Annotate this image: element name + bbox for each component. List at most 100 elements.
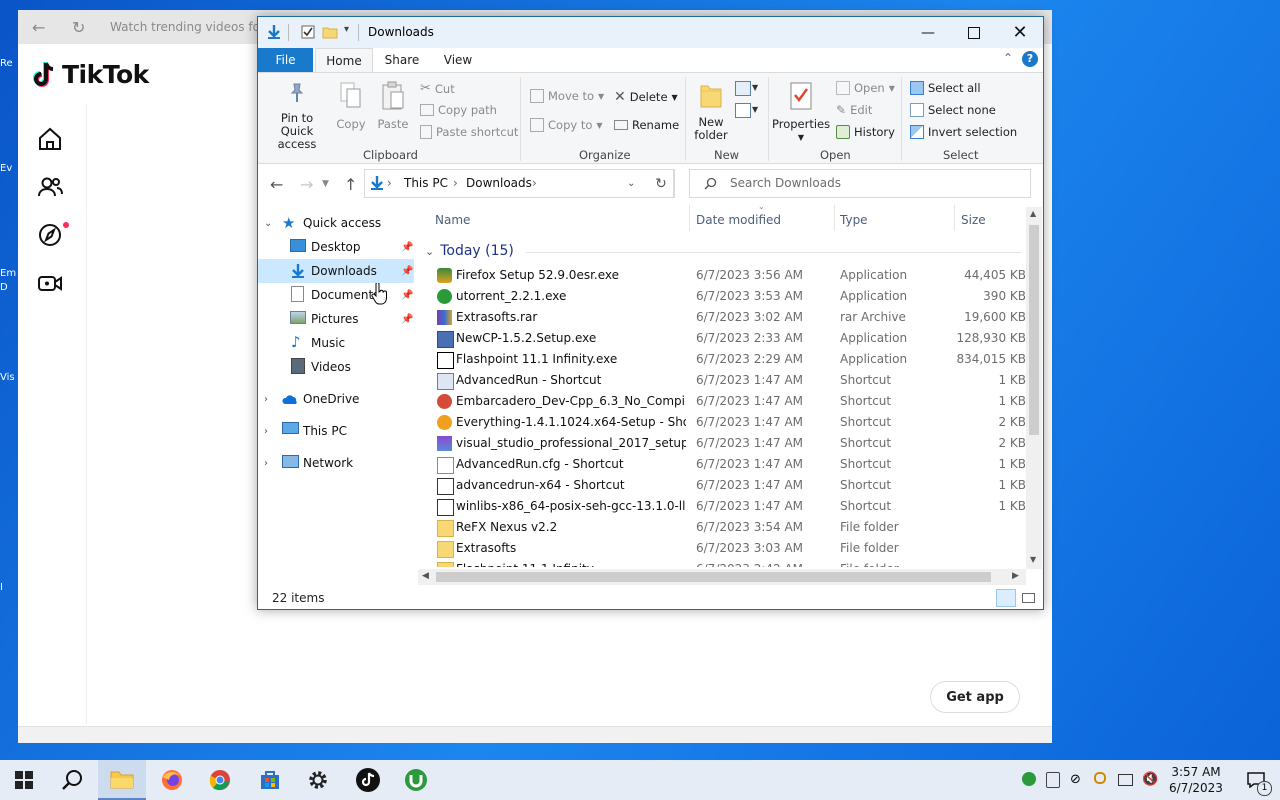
copy-path-button[interactable]: Copy path [420,103,497,117]
chevron-right-icon[interactable]: › [264,426,268,437]
desktop-icon-label[interactable]: Em [0,268,18,279]
properties-button[interactable]: Properties ▼ [772,81,830,144]
nav-desktop[interactable]: Desktop 📌 [258,235,414,259]
file-row[interactable]: Extrasofts.rar 6/7/2023 3:02 AM rar Archiv… [434,307,1026,328]
minimize-button[interactable]: — [905,17,951,48]
tab-view[interactable]: View [430,48,486,72]
search-button[interactable] [48,760,96,800]
history-button[interactable]: History [836,125,895,139]
file-row[interactable]: Embarcadero_Dev-Cpp_6.3_No_Compiler... 6/… [434,391,1026,412]
forward-button[interactable]: → [300,175,313,194]
scrollbar-thumb[interactable] [436,572,991,582]
nav-downloads[interactable]: Downloads 📌 [258,259,414,283]
file-row[interactable]: AdvancedRun - Shortcut 6/7/2023 1:47 AM Sh… [434,370,1026,391]
taskbar-clock[interactable]: 3:57 AM 6/7/2023 [1166,764,1226,796]
scroll-down-icon[interactable]: ▼ [1030,555,1036,564]
live-icon[interactable] [37,270,63,296]
taskbar-tiktok[interactable] [344,760,392,800]
file-row[interactable]: ReFX Nexus v2.2 6/7/2023 3:54 AM File fold… [434,517,1026,538]
nav-pictures[interactable]: Pictures 📌 [258,307,414,331]
security-tray-icon[interactable] [1046,772,1062,788]
maximize-button[interactable] [951,17,997,48]
desktop-icon-label[interactable]: Ev [0,163,18,174]
tab-file[interactable]: File [258,48,313,72]
vertical-scrollbar[interactable]: ▲ ▼ [1026,207,1042,569]
file-row[interactable]: advancedrun-x64 - Shortcut 6/7/2023 1:47 … [434,475,1026,496]
nav-videos[interactable]: Videos [258,355,414,379]
group-header-today[interactable]: ⌄ Today (15) [425,243,514,259]
chevron-down-icon[interactable]: ⌄ [425,245,434,258]
column-separator[interactable] [689,205,690,231]
desktop-icon-label[interactable]: Re [0,58,18,69]
ribbon-collapse-icon[interactable]: ⌃ [1003,51,1013,65]
volume-muted-tray-icon[interactable]: 🔇 [1142,772,1158,788]
new-item-icon[interactable] [735,81,751,96]
column-header-type[interactable]: Type [840,213,868,227]
close-button[interactable]: ✕ [997,17,1043,48]
delete-button[interactable]: ✕ Delete ▼ [614,89,678,105]
paste-shortcut-button[interactable]: Paste shortcut [420,125,518,139]
recent-locations-icon[interactable]: ▼ [322,179,329,189]
address-bar[interactable]: › This PC › Downloads › ⌄ [364,169,675,198]
pin-icon[interactable]: 📌 [401,314,413,325]
scrollbar-thumb[interactable] [1029,225,1039,435]
pin-icon[interactable]: 📌 [401,290,413,301]
new-folder-qat-icon[interactable] [322,24,338,40]
action-center-button[interactable]: 1 [1232,760,1280,800]
file-row[interactable]: utorrent_2.2.1.exe 6/7/2023 3:53 AM Applic… [434,286,1026,307]
following-icon[interactable] [37,174,63,200]
pin-icon[interactable]: 📌 [401,242,413,253]
column-separator[interactable] [834,205,835,231]
search-input[interactable]: Search Downloads [689,169,1031,198]
open-button[interactable]: Open ▼ [836,81,895,95]
file-row[interactable]: Flashpoint 11.1 Infinity 6/7/2023 2:42 AM… [434,559,1026,567]
desktop-icon-label[interactable]: D [0,282,18,293]
properties-check-icon[interactable] [300,24,316,40]
pin-to-quick-access-button[interactable]: Pin to Quick access [264,81,330,151]
details-view-button[interactable] [996,589,1016,607]
file-row[interactable]: NewCP-1.5.2.Setup.exe 6/7/2023 2:33 AM App… [434,328,1026,349]
taskbar-firefox[interactable] [148,760,196,800]
title-bar[interactable]: ▾ Downloads — ✕ [258,17,1043,48]
help-icon[interactable]: ? [1022,51,1038,67]
address-history-dropdown-icon[interactable]: ⌄ [627,178,635,189]
select-none-button[interactable]: Select none [910,103,996,117]
taskbar-settings[interactable] [294,760,342,800]
refresh-button[interactable]: ↻ [649,169,674,198]
easy-access-icon[interactable] [735,103,751,118]
tab-share[interactable]: Share [374,48,430,72]
scroll-up-icon[interactable]: ▲ [1030,209,1036,218]
home-icon[interactable] [37,126,63,152]
file-row[interactable]: winlibs-x86_64-posix-seh-gcc-13.1.0-llv.… [434,496,1026,517]
column-separator[interactable] [954,205,955,231]
desktop-icon-label[interactable]: I [0,582,18,593]
back-icon[interactable]: ← [32,18,45,37]
qat-dropdown-icon[interactable]: ▾ [344,24,349,35]
paste-button[interactable]: Paste [373,81,413,131]
breadcrumb-separator[interactable]: › [387,176,392,190]
nav-documents[interactable]: Documents 📌 [258,283,414,307]
nav-onedrive[interactable]: › OneDrive [258,387,414,411]
chevron-down-icon[interactable]: ⌄ [264,218,272,229]
back-button[interactable]: ← [270,175,283,194]
column-header-date[interactable]: Date modified [696,213,781,227]
edit-button[interactable]: ✎ Edit [836,103,872,117]
file-row[interactable]: Extrasofts 6/7/2023 3:03 AM File folder [434,538,1026,559]
utorrent-tray-icon[interactable] [1022,772,1038,788]
scroll-left-icon[interactable]: ◀ [422,571,429,581]
taskbar-utorrent[interactable] [392,760,440,800]
select-all-button[interactable]: Select all [910,81,981,95]
breadcrumb-separator[interactable]: › [453,176,458,190]
breadcrumb-separator[interactable]: › [532,176,537,190]
reload-icon[interactable]: ↻ [72,18,85,37]
file-row[interactable]: visual_studio_professional_2017_setup - … [434,433,1026,454]
start-button[interactable] [0,760,48,800]
breadcrumb-downloads[interactable]: Downloads [466,176,532,190]
nav-this-pc[interactable]: › This PC [258,419,414,443]
breadcrumb-this-pc[interactable]: This PC [404,176,448,190]
taskbar-store[interactable] [246,760,294,800]
cut-button[interactable]: ✂ Cut [420,81,455,96]
pin-icon[interactable]: 📌 [401,266,413,277]
horizontal-scrollbar[interactable]: ◀ ▶ [418,569,1026,585]
network-tray-icon[interactable] [1118,772,1134,788]
